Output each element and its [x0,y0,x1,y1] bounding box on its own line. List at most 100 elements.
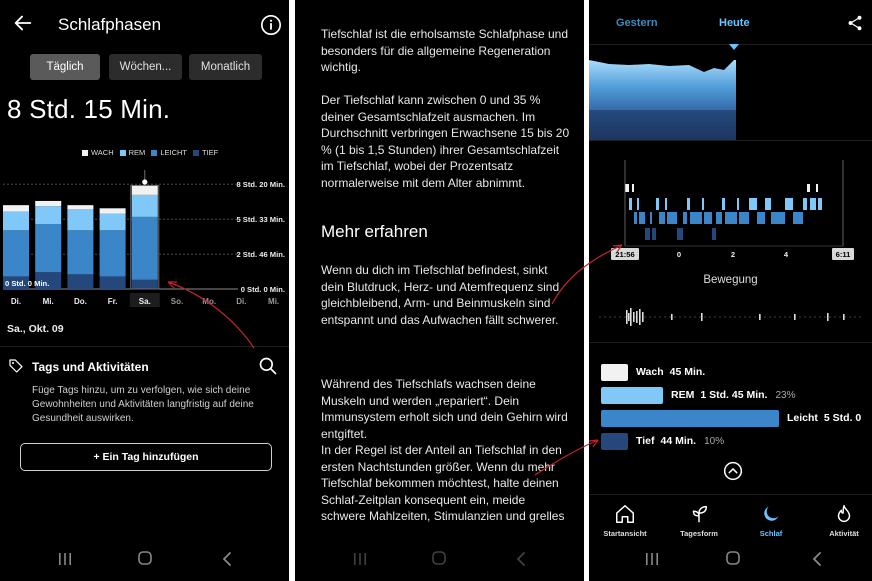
learn-more-heading: Mehr erfahren [321,222,428,241]
home-button-icon[interactable] [725,550,741,566]
stage-bar [601,363,628,381]
hypno-segment-wach [816,184,818,192]
stage-row-rem[interactable]: REM 1 Std. 45 Min. 23% [601,386,795,404]
movement-tick [701,313,703,321]
system-nav-bar [0,541,289,581]
share-icon[interactable] [846,14,864,32]
moon-icon [764,506,779,521]
recent-apps-icon[interactable] [353,552,367,566]
movement-tick [827,313,829,321]
tags-description: Füge Tags hinzu, um zu verfolgen, wie si… [32,385,254,424]
movement-tick [843,314,845,320]
sprout-icon [692,505,708,523]
hypno-segment-leicht [690,212,702,224]
legend-leicht: LEICHT [151,148,187,157]
hypno-segment-wach [625,184,629,192]
hypno-segment-leicht [704,212,712,224]
weekly-sleep-chart[interactable]: 0 Std. 0 Min. 2 Std. 46 Min. 5 Std. 33 Min… [0,165,289,320]
bar-segment-leicht [3,230,29,277]
back-arrow-icon[interactable] [12,12,34,34]
app-bottom-nav: Startansicht Tagesform Schlaf Aktivität [589,494,872,544]
system-back-icon[interactable] [810,551,824,567]
stage-percentage: 23% [775,389,796,401]
hypno-segment-rem [629,198,632,210]
stage-bar [601,409,779,427]
hypno-segment-leicht [639,212,645,224]
hypno-segment-leicht [716,212,722,224]
stage-bar [601,432,628,450]
nav-activity[interactable]: Aktivität [814,503,872,538]
hypno-tick-label: 0 [677,250,681,259]
hypno-segment-leicht [771,212,785,224]
section-divider [589,342,872,343]
hypno-tick-label: 2 [731,250,735,259]
movement-tick [626,310,628,324]
hypno-segment-leicht [659,212,665,224]
recent-apps-icon[interactable] [645,552,659,566]
stage-name: REM [671,389,695,401]
hypno-segment-tief [677,228,683,240]
nav-sleep[interactable]: Schlaf [741,503,801,538]
bar-segment-leicht [35,224,62,273]
recent-apps-icon[interactable] [58,552,72,566]
stage-row-tief[interactable]: Tief 44 Min. 10% [601,432,724,450]
bar-segment-rem [131,194,158,217]
hypno-segment-leicht [634,212,637,224]
collapse-chevron-icon[interactable] [723,461,743,481]
bar-segment-wach [67,205,94,210]
hypno-segment-rem [637,198,639,210]
legend-tief: TIEF [192,148,218,157]
tags-section-title: Tags und Aktivitäten [32,360,149,374]
stage-row-wach[interactable]: Wach 45 Min. [601,363,713,381]
movement-tick [642,312,644,322]
stage-name: Tief [636,435,655,447]
nav-home[interactable]: Startansicht [595,503,655,538]
hypno-start-label: 21:56 [615,250,634,259]
stage-bar [601,386,663,404]
home-button-icon[interactable] [137,550,153,566]
tab-today[interactable]: Heute [719,17,750,29]
hypno-segment-rem [656,198,659,210]
bar-segment-wach [99,208,126,214]
hypno-segment-rem [818,198,822,210]
stage-name: Wach [636,366,664,378]
movement-title: Bewegung [703,274,758,286]
bar-segment-leicht [99,230,126,277]
hypnogram-chart: 21:56 6:11 0 2 4 [611,160,854,260]
segment-monthly[interactable]: Monatlich [189,54,262,80]
info-paragraph-3: Wenn du dich im Tiefschlaf befindest, si… [321,263,560,327]
x-tick-label: So. [171,297,183,306]
hypno-segment-rem [737,198,739,210]
hypno-segment-leicht [667,212,677,224]
system-nav-bar [295,541,584,581]
legend-wach: WACH [82,148,114,157]
system-back-icon[interactable] [514,551,528,567]
bar-segment-rem [35,206,62,225]
system-back-icon[interactable] [220,551,234,567]
nav-readiness[interactable]: Tagesform [669,503,729,538]
info-icon[interactable] [260,14,282,36]
home-button-icon[interactable] [431,550,447,566]
hypno-segment-rem [749,198,757,210]
section-divider [589,140,872,141]
movement-tick [633,312,635,322]
stage-duration: 44 Min. [660,435,697,447]
selection-dot [142,179,148,185]
hypno-segment-rem [665,198,667,210]
inline-zero-label: 0 Std. 0 Min. [5,279,49,288]
bar-segment-tief [99,276,126,289]
tab-yesterday[interactable]: Gestern [616,17,658,29]
stage-name: Leicht [787,412,818,424]
movement-tick [671,314,673,320]
bar-segment-wach [131,185,158,195]
movement-tick [630,308,632,326]
stage-row-leicht[interactable]: Leicht 5 Std. 0 [601,409,869,427]
x-tick-label: Fr. [108,297,118,306]
y-tick-label: 0 Std. 0 Min. [241,285,285,294]
segment-weekly[interactable]: Wöchen... [109,54,182,80]
bar-segment-tief [67,274,94,289]
segment-daily[interactable]: Täglich [30,54,100,80]
add-tag-button[interactable]: + Ein Tag hinzufügen [20,443,272,471]
search-icon[interactable] [258,356,278,376]
flame-icon [837,505,851,522]
